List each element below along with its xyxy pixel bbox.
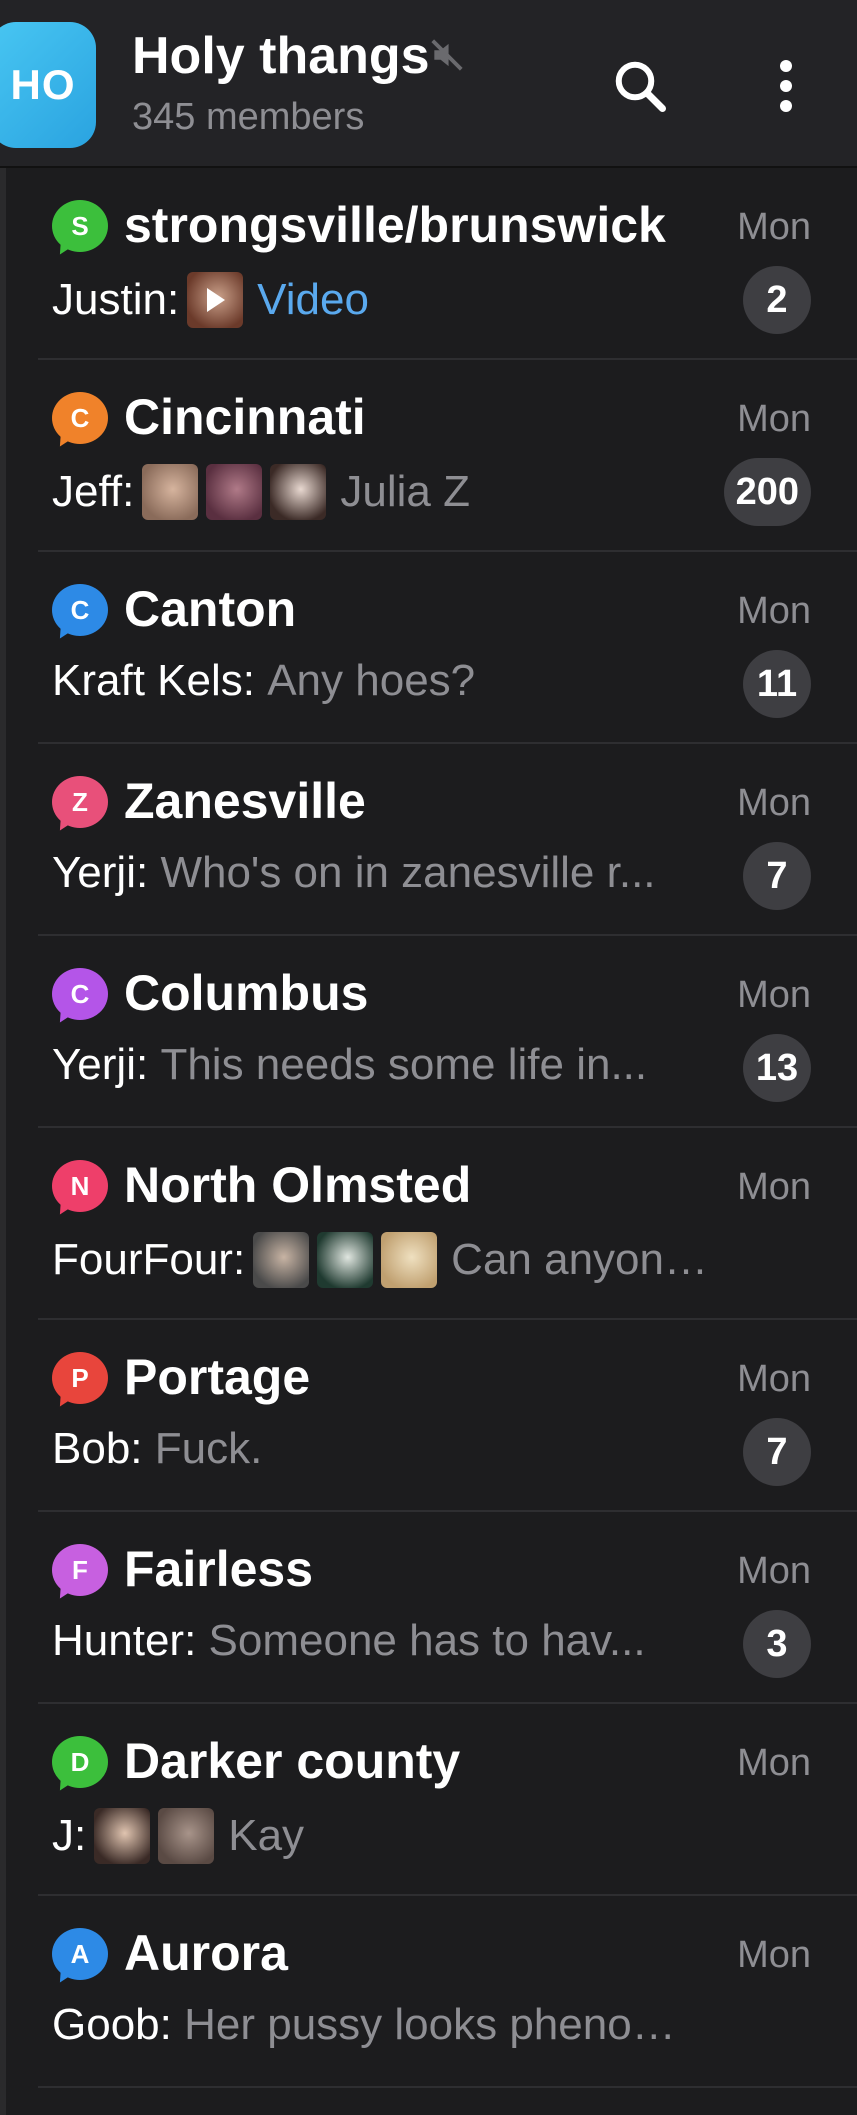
topic-time: Mon: [737, 974, 811, 1016]
topic-time: Mon: [737, 206, 811, 248]
media-thumbnail: [381, 1232, 438, 1288]
message-text: Julia Z: [340, 467, 470, 516]
topic-icon: N: [52, 1160, 108, 1220]
topic-row[interactable]: C Cincinnati Mon Jeff: Julia Z 200: [0, 360, 857, 552]
members-count: 345 members: [132, 96, 365, 138]
topic-time: Mon: [737, 1934, 811, 1976]
topic-icon: F: [52, 1544, 108, 1604]
topic-icon: D: [52, 1736, 108, 1796]
more-options-icon[interactable]: [766, 56, 806, 116]
topic-time: Mon: [737, 1742, 811, 1784]
message-text: Can anyone c...: [451, 1235, 712, 1284]
app-header: HO Holy thangs 345 members: [0, 0, 857, 168]
sender-name: Justin:: [52, 275, 180, 324]
topic-icon: C: [52, 392, 108, 452]
message-text: Video: [257, 275, 369, 324]
topic-row[interactable]: C Canton Mon Kraft Kels: Any hoes? 11: [0, 552, 857, 744]
topic-title: Canton: [124, 581, 297, 637]
media-thumbnail: [142, 464, 199, 520]
sender-name: Kraft Kels:: [52, 656, 255, 705]
topic-icon: C: [52, 968, 108, 1028]
topic-title: strongsville/brunswick: [124, 197, 666, 253]
message-text: This needs some life in...: [160, 1040, 648, 1089]
message-text: Any hoes?: [267, 656, 476, 705]
group-title[interactable]: Holy thangs: [132, 26, 430, 86]
topic-icon: P: [52, 1352, 108, 1412]
topic-time: Mon: [737, 782, 811, 824]
media-thumbnails: [187, 272, 251, 328]
topic-row[interactable]: N North Olmsted Mon FourFour: Can anyone c..…: [0, 1128, 857, 1320]
topic-row[interactable]: P Portage Mon Bob: Fuck. 7: [0, 1320, 857, 1512]
topic-title: Portage: [124, 1349, 311, 1405]
topic-time: Mon: [737, 1550, 811, 1592]
message-text: Who's on in zanesville r...: [160, 848, 656, 897]
topic-title: North Olmsted: [124, 1157, 472, 1213]
topic-title: Cincinnati: [124, 389, 366, 445]
media-thumbnail: [270, 464, 327, 520]
message-preview: Kraft Kels: Any hoes?: [52, 656, 712, 706]
message-preview: Justin: Video: [52, 272, 712, 328]
sender-name: Bob:: [52, 1424, 143, 1473]
unread-badge: 200: [723, 458, 811, 526]
topic-time: Mon: [737, 1166, 811, 1208]
topic-row[interactable]: Sstrongsville/brunswick Mon Justin: Video 2: [0, 168, 857, 360]
unread-badge: 3: [743, 1610, 811, 1678]
topic-list: Sstrongsville/brunswick Mon Justin: Video 2 C…: [0, 168, 857, 2088]
sender-name: FourFour:: [52, 1235, 246, 1284]
media-thumbnails: [253, 1232, 445, 1288]
topic-title: Columbus: [124, 965, 369, 1021]
message-preview: J: Kay: [52, 1808, 712, 1864]
message-preview: Jeff: Julia Z: [52, 464, 712, 520]
topic-title: Zanesville: [124, 773, 366, 829]
media-thumbnail: [158, 1808, 215, 1864]
unread-badge: 7: [743, 1418, 811, 1486]
message-preview: Bob: Fuck.: [52, 1424, 712, 1474]
topic-row[interactable]: D Darker county Mon J: Kay: [0, 1704, 857, 1896]
message-text: Fuck.: [154, 1424, 263, 1473]
unread-badge: 2: [743, 266, 811, 334]
media-thumbnail: [206, 464, 263, 520]
group-avatar[interactable]: HO: [0, 22, 96, 148]
message-text: Kay: [228, 1811, 305, 1860]
unread-badge: 11: [743, 650, 811, 718]
search-icon[interactable]: [610, 56, 670, 116]
message-text: Someone has to hav...: [208, 1616, 646, 1665]
message-preview: Yerji: Who's on in zanesville r...: [52, 848, 712, 898]
media-thumbnail: [317, 1232, 374, 1288]
media-thumbnails: [142, 464, 334, 520]
topic-time: Mon: [737, 590, 811, 632]
media-thumbnail: [253, 1232, 310, 1288]
media-thumbnail: [187, 272, 244, 328]
topic-icon: C: [52, 584, 108, 644]
sender-name: Yerji:: [52, 1040, 149, 1089]
message-preview: Goob: Her pussy looks phenome...: [52, 2000, 712, 2050]
topic-row[interactable]: Z Zanesville Mon Yerji: Who's on in zanesvi…: [0, 744, 857, 936]
sender-name: Jeff:: [52, 467, 135, 516]
message-preview: FourFour: Can anyone c...: [52, 1232, 712, 1288]
message-preview: Yerji: This needs some life in...: [52, 1040, 712, 1090]
sender-name: Yerji:: [52, 848, 149, 897]
topic-icon: S: [52, 200, 108, 260]
message-text: Her pussy looks phenome...: [184, 2000, 712, 2049]
sender-name: Goob:: [52, 2000, 172, 2049]
topic-icon: A: [52, 1928, 108, 1988]
topic-time: Mon: [737, 398, 811, 440]
topic-time: Mon: [737, 1358, 811, 1400]
media-thumbnails: [94, 1808, 222, 1864]
sender-name: J:: [52, 1811, 87, 1860]
topic-title: Aurora: [124, 1925, 288, 1981]
topic-row[interactable]: A Aurora Mon Goob: Her pussy looks phenome.…: [0, 1896, 857, 2088]
topic-row[interactable]: C Columbus Mon Yerji: This needs some life …: [0, 936, 857, 1128]
sender-name: Hunter:: [52, 1616, 197, 1665]
unread-badge: 13: [743, 1034, 811, 1102]
media-thumbnail: [94, 1808, 151, 1864]
muted-icon: [431, 39, 463, 71]
unread-badge: 7: [743, 842, 811, 910]
topic-title: Fairless: [124, 1541, 314, 1597]
message-preview: Hunter: Someone has to hav...: [52, 1616, 712, 1666]
topic-row[interactable]: F Fairless Mon Hunter: Someone has to hav..…: [0, 1512, 857, 1704]
topic-icon: Z: [52, 776, 108, 836]
topic-title: Darker county: [124, 1733, 461, 1789]
